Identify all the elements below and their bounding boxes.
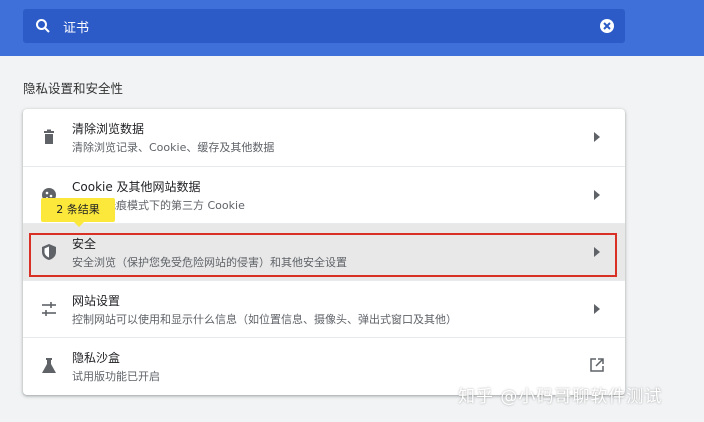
search-box[interactable]: 证书 [23,9,625,43]
item-subtitle: 安全浏览（保护您免受危险网站的侵害）和其他安全设置 [72,256,347,269]
chevron-right-icon [594,132,600,142]
search-input[interactable]: 证书 [63,17,89,36]
trash-icon [44,129,54,144]
item-title: 清除浏览数据 [72,122,145,136]
item-title: Cookie 及其他网站数据 [72,180,201,194]
chevron-right-icon [594,304,600,314]
list-item-site-settings[interactable]: 网站设置 控制网站可以使用和显示什么信息（如位置信息、摄像头、弹出式窗口及其他） [23,280,625,337]
item-subtitle: 控制网站可以使用和显示什么信息（如位置信息、摄像头、弹出式窗口及其他） [72,313,457,326]
clear-search-icon[interactable] [599,18,615,34]
chevron-right-icon [594,247,600,257]
chevron-right-icon [594,190,600,200]
list-item-security[interactable]: 安全 安全浏览（保护您免受危险网站的侵害）和其他安全设置 [23,223,625,280]
item-subtitle: 试用版功能已开启 [72,370,160,383]
settings-card: 清除浏览数据 清除浏览记录、Cookie、缓存及其他数据 Cookie 及其他网… [23,109,625,395]
shield-icon [42,244,56,260]
section-title: 隐私设置和安全性 [23,81,124,96]
list-item-clear-browsing-data[interactable]: 清除浏览数据 清除浏览记录、Cookie、缓存及其他数据 [23,109,625,166]
item-subtitle: 清除浏览记录、Cookie、缓存及其他数据 [72,141,275,154]
item-title: 网站设置 [72,294,121,308]
tune-icon [42,302,56,316]
item-title: 安全 [72,237,97,251]
open-external-icon[interactable] [590,358,604,372]
item-title: 隐私沙盒 [72,351,121,365]
search-icon [36,19,50,33]
flask-icon [42,358,56,373]
top-bar: 证书 [0,0,704,56]
search-results-tooltip: 2 条结果 [41,198,115,227]
watermark: 知乎 @小码哥聊软件测试 [458,387,663,407]
